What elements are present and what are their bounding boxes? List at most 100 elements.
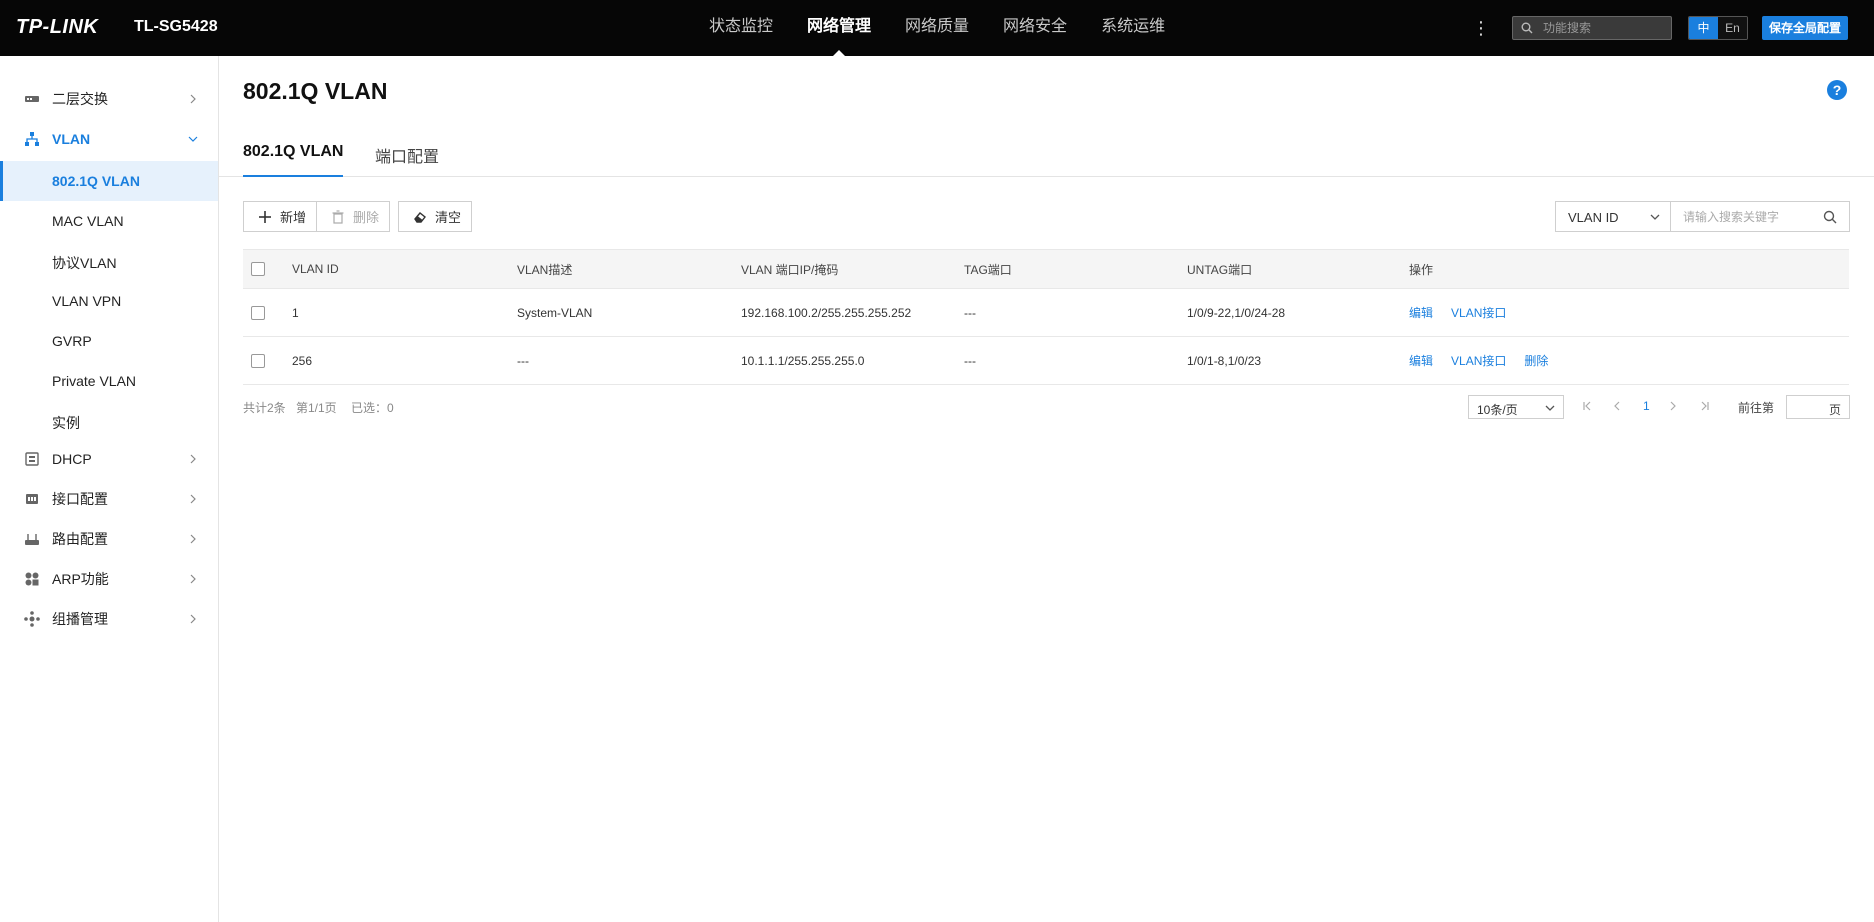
- cell-untag-ports: 1/0/1-8,1/0/23: [1187, 353, 1262, 368]
- tab-port-config[interactable]: 端口配置: [375, 143, 439, 177]
- tab-8021q-vlan[interactable]: 802.1Q VLAN: [243, 143, 344, 177]
- cell-vlan-ip: 10.1.1.1/255.255.255.0: [741, 353, 865, 368]
- sidebar-subitem-label: GVRP: [52, 333, 92, 349]
- sidebar-subitem-label: 802.1Q VLAN: [52, 173, 140, 189]
- multicast-icon: [24, 611, 40, 627]
- clear-button-label: 清空: [435, 210, 462, 225]
- search-icon: [1521, 22, 1533, 34]
- sidebar-subitem-protocol-vlan[interactable]: 协议VLAN: [0, 241, 218, 281]
- chevron-right-icon: [190, 614, 196, 624]
- sidebar-item-label: DHCP: [52, 451, 92, 467]
- function-search[interactable]: [1512, 16, 1672, 40]
- row-checkbox[interactable]: [251, 353, 265, 368]
- keyword-search-input[interactable]: [1683, 208, 1813, 226]
- sidebar-subitem-vlan-vpn[interactable]: VLAN VPN: [0, 281, 218, 321]
- sidebar-item-arp[interactable]: ARP功能: [0, 559, 218, 599]
- nav-status-monitor[interactable]: 状态监控: [692, 0, 790, 56]
- sidebar-item-l2-switching[interactable]: 二层交换: [0, 79, 218, 119]
- goto-page-input[interactable]: 页: [1786, 395, 1850, 419]
- table-header: VLAN ID VLAN描述 VLAN 端口IP/掩码 TAG端口 UNTAG端…: [243, 249, 1849, 289]
- header-untag-ports: UNTAG端口: [1187, 262, 1253, 277]
- sidebar-subitem-label: VLAN VPN: [52, 293, 122, 309]
- first-page-icon[interactable]: [1582, 401, 1592, 411]
- add-button[interactable]: 新增: [243, 201, 317, 232]
- header-checkbox-cell: [251, 250, 265, 288]
- help-icon[interactable]: ?: [1827, 80, 1847, 100]
- cell-operations: 编辑 VLAN接口: [1409, 289, 1524, 336]
- header-vlan-id: VLAN ID: [292, 262, 339, 276]
- chevron-right-icon: [190, 574, 196, 584]
- table-row: 1 System-VLAN 192.168.100.2/255.255.255.…: [243, 289, 1849, 337]
- row-checkbox[interactable]: [251, 305, 265, 320]
- vlan-interface-link[interactable]: VLAN接口: [1451, 304, 1506, 321]
- sidebar-item-vlan[interactable]: VLAN: [0, 119, 218, 159]
- chevron-right-icon: [190, 494, 196, 504]
- chevron-down-icon: [1545, 405, 1555, 411]
- edit-link[interactable]: 编辑: [1409, 304, 1433, 321]
- sidebar-item-multicast[interactable]: 组播管理: [0, 599, 218, 639]
- sidebar-subitem-mac-vlan[interactable]: MAC VLAN: [0, 201, 218, 241]
- sidebar-item-dhcp[interactable]: DHCP: [0, 439, 218, 479]
- dhcp-icon: [25, 452, 39, 466]
- header-operations: 操作: [1409, 262, 1434, 277]
- sidebar-item-interface-config[interactable]: 接口配置: [0, 479, 218, 519]
- sidebar-subitem-private-vlan[interactable]: Private VLAN: [0, 361, 218, 401]
- delete-link[interactable]: 删除: [1524, 352, 1548, 369]
- chevron-down-icon: [1650, 214, 1660, 220]
- page-number-current[interactable]: 1: [1643, 399, 1650, 413]
- lang-en-button[interactable]: En: [1718, 17, 1747, 39]
- sidebar-subitem-gvrp[interactable]: GVRP: [0, 321, 218, 361]
- prev-page-icon[interactable]: [1612, 401, 1622, 411]
- cell-untag-ports: 1/0/9-22,1/0/24-28: [1187, 305, 1286, 320]
- switch-icon: [25, 96, 39, 102]
- top-bar: TP-LINK TL-SG5428 状态监控 网络管理 网络质量 网络安全 系统…: [0, 0, 1874, 56]
- sidebar-item-label: 路由配置: [52, 531, 108, 547]
- cell-vlan-ip: 192.168.100.2/255.255.255.252: [741, 305, 912, 320]
- add-button-label: 新增: [280, 210, 307, 225]
- sidebar-item-label: ARP功能: [52, 571, 109, 587]
- nav-network-quality[interactable]: 网络质量: [888, 0, 986, 56]
- goto-page-suffix: 页: [1828, 403, 1841, 417]
- page-size-value: 10条/页: [1477, 403, 1518, 417]
- row-checkbox-cell: [251, 289, 265, 336]
- sidebar-subitem-8021q-vlan[interactable]: 802.1Q VLAN: [0, 161, 218, 201]
- cell-tag-ports: ---: [964, 353, 976, 368]
- edit-link[interactable]: 编辑: [1409, 352, 1433, 369]
- sidebar-subitem-label: MAC VLAN: [52, 213, 124, 229]
- vlan-icon: [25, 132, 39, 146]
- chevron-right-icon: [190, 534, 196, 544]
- pager-selected: 已选：0: [351, 401, 394, 415]
- cell-tag-ports: ---: [964, 305, 976, 320]
- vlan-interface-link[interactable]: VLAN接口: [1451, 352, 1506, 369]
- lang-zh-button[interactable]: 中: [1689, 17, 1718, 39]
- nav-system-maintenance[interactable]: 系统运维: [1084, 0, 1182, 56]
- eraser-icon: [414, 211, 426, 223]
- chevron-right-icon: [190, 454, 196, 464]
- nav-network-security[interactable]: 网络安全: [986, 0, 1084, 56]
- nav-network-management[interactable]: 网络管理: [790, 0, 888, 56]
- search-field-select[interactable]: VLAN ID: [1555, 201, 1671, 232]
- sidebar-item-label: 组播管理: [52, 611, 108, 627]
- save-global-config-button[interactable]: 保存全局配置: [1762, 16, 1848, 40]
- select-all-checkbox[interactable]: [251, 262, 265, 276]
- more-vertical-icon[interactable]: ⋮: [1472, 16, 1490, 40]
- keyword-search: [1670, 201, 1850, 232]
- last-page-icon[interactable]: [1700, 401, 1710, 411]
- next-page-icon[interactable]: [1668, 401, 1678, 411]
- sidebar-subitem-label: Private VLAN: [52, 373, 137, 389]
- brand-logo: TP-LINK: [16, 16, 99, 38]
- delete-button[interactable]: 删除: [316, 201, 390, 232]
- header-tag-ports: TAG端口: [964, 262, 1012, 277]
- clear-button[interactable]: 清空: [398, 201, 472, 232]
- goto-page-label: 前往第: [1738, 401, 1775, 415]
- sidebar-item-routing-config[interactable]: 路由配置: [0, 519, 218, 559]
- page-size-select[interactable]: 10条/页: [1468, 395, 1564, 419]
- sidebar-item-label: 接口配置: [52, 491, 108, 507]
- cell-vlan-desc: System-VLAN: [517, 305, 593, 320]
- function-search-input[interactable]: [1543, 19, 1665, 37]
- header-vlan-ip: VLAN 端口IP/掩码: [741, 262, 839, 277]
- sidebar-subitem-instance[interactable]: 实例: [0, 401, 218, 441]
- arp-icon: [25, 572, 39, 586]
- search-icon[interactable]: [1823, 210, 1837, 224]
- pager-page: 第1/1页: [296, 401, 337, 415]
